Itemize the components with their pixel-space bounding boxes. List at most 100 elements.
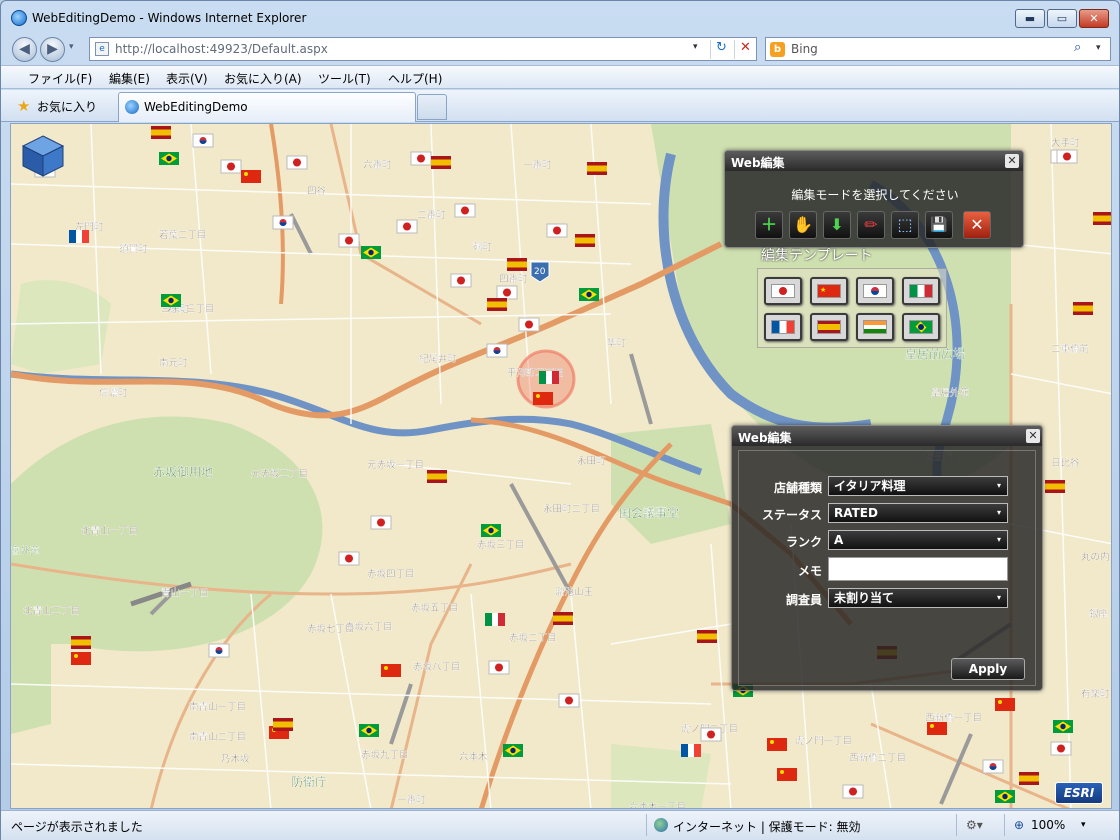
flag-marker-spain[interactable]	[575, 234, 595, 247]
protected-mode-icon[interactable]: ⚙▾	[966, 818, 983, 832]
status-select[interactable]: RATED ▾	[828, 503, 1008, 523]
flag-marker-brazil[interactable]	[359, 724, 379, 737]
template-japan[interactable]	[764, 277, 802, 305]
menu-tools[interactable]: ツール(T)	[318, 70, 371, 87]
flag-marker-japan[interactable]	[546, 223, 568, 238]
minimize-button[interactable]: ▬	[1015, 9, 1045, 28]
navigation-cube-icon[interactable]	[21, 134, 65, 178]
flag-marker-brazil[interactable]	[161, 294, 181, 307]
flag-marker-china[interactable]	[381, 664, 401, 677]
flag-marker-japan[interactable]	[496, 285, 518, 300]
menu-edit[interactable]: 編集(E)	[109, 70, 150, 87]
flag-marker-spain[interactable]	[1019, 772, 1039, 785]
flag-marker-korea[interactable]	[982, 759, 1004, 774]
store-type-select[interactable]: イタリア料理 ▾	[828, 476, 1008, 496]
flag-marker-japan[interactable]	[370, 515, 392, 530]
flag-marker-korea[interactable]	[208, 643, 230, 658]
flag-marker-korea[interactable]	[192, 133, 214, 148]
save-icon[interactable]: 💾	[925, 211, 953, 239]
flag-marker-japan[interactable]	[220, 159, 242, 174]
template-italy[interactable]	[902, 277, 940, 305]
flag-marker-korea[interactable]	[486, 343, 508, 358]
favorites-star-icon[interactable]: ★	[17, 97, 30, 115]
address-bar[interactable]: e http://localhost:49923/Default.aspx ▾ …	[89, 37, 757, 61]
zoom-dropdown-icon[interactable]: ▾	[1081, 820, 1086, 830]
security-zone[interactable]: インターネット | 保護モード: 無効	[673, 818, 861, 835]
flag-marker-japan[interactable]	[410, 151, 432, 166]
flag-marker-japan[interactable]	[700, 727, 722, 742]
template-france[interactable]	[764, 313, 802, 341]
flag-marker-japan[interactable]	[450, 273, 472, 288]
flag-marker-spain[interactable]	[431, 156, 451, 169]
template-brazil[interactable]	[902, 313, 940, 341]
memo-input[interactable]	[828, 557, 1008, 581]
attribute-panel-close-icon[interactable]: ✕	[1026, 429, 1040, 443]
menu-help[interactable]: ヘルプ(H)	[388, 70, 442, 87]
search-box[interactable]: b Bing ⌕ ▾	[765, 37, 1111, 61]
flag-marker-spain[interactable]	[587, 162, 607, 175]
rank-select[interactable]: A ▾	[828, 530, 1008, 550]
flag-marker-japan[interactable]	[1050, 741, 1072, 756]
flag-marker-japan[interactable]	[1056, 149, 1078, 164]
forward-button[interactable]: ▶	[40, 37, 65, 62]
flag-marker-spain[interactable]	[427, 470, 447, 483]
flag-marker-japan[interactable]	[338, 233, 360, 248]
template-spain[interactable]	[810, 313, 848, 341]
stop-icon[interactable]: ✕	[734, 40, 756, 59]
flag-marker-france[interactable]	[681, 744, 701, 757]
flag-marker-spain[interactable]	[697, 630, 717, 643]
search-dropdown-icon[interactable]: ▾	[1096, 43, 1101, 53]
flag-marker-china[interactable]	[241, 170, 261, 183]
flag-marker-brazil[interactable]	[995, 790, 1015, 803]
flag-marker-china[interactable]	[71, 652, 91, 665]
flag-marker-brazil[interactable]	[503, 744, 523, 757]
flag-marker-japan[interactable]	[488, 660, 510, 675]
flag-marker-spain[interactable]	[487, 298, 507, 311]
flag-marker-brazil[interactable]	[579, 288, 599, 301]
flag-marker-japan[interactable]	[286, 155, 308, 170]
flag-marker-spain[interactable]	[507, 258, 527, 271]
zoom-level[interactable]: 100%	[1031, 818, 1065, 832]
menu-view[interactable]: 表示(V)	[166, 70, 208, 87]
search-icon[interactable]: ⌕	[1074, 40, 1081, 55]
flag-marker-spain[interactable]	[71, 636, 91, 649]
add-feature-icon[interactable]: ＋	[755, 211, 783, 239]
flag-marker-korea[interactable]	[272, 215, 294, 230]
flag-marker-china[interactable]	[995, 698, 1015, 711]
menu-favorites[interactable]: お気に入り(A)	[224, 70, 302, 87]
select-area-icon[interactable]: ⬚	[891, 211, 919, 239]
download-icon[interactable]: ⬇	[823, 211, 851, 239]
edit-pencil-icon[interactable]: ✏	[857, 211, 885, 239]
template-korea[interactable]	[856, 277, 894, 305]
flag-marker-japan[interactable]	[338, 551, 360, 566]
flag-marker-italy[interactable]	[539, 371, 559, 384]
history-dropdown-icon[interactable]: ▾	[69, 42, 74, 52]
flag-marker-china[interactable]	[927, 722, 947, 735]
flag-marker-brazil[interactable]	[481, 524, 501, 537]
flag-marker-brazil[interactable]	[1053, 720, 1073, 733]
new-tab-button[interactable]	[417, 94, 447, 120]
tab-webeditingdemo[interactable]: WebEditingDemo	[118, 92, 416, 122]
flag-marker-china[interactable]	[533, 392, 553, 405]
flag-marker-brazil[interactable]	[361, 246, 381, 259]
delete-icon[interactable]: ✕	[963, 211, 991, 239]
favorites-button[interactable]: お気に入り	[37, 98, 97, 115]
flag-marker-japan[interactable]	[396, 219, 418, 234]
address-url[interactable]: http://localhost:49923/Default.aspx	[115, 42, 328, 56]
flag-marker-spain[interactable]	[273, 718, 293, 731]
flag-marker-italy[interactable]	[485, 613, 505, 626]
template-china[interactable]: ★	[810, 277, 848, 305]
back-button[interactable]: ◀	[12, 37, 37, 62]
flag-marker-spain[interactable]	[1073, 302, 1093, 315]
flag-marker-spain[interactable]	[1093, 212, 1112, 225]
close-button[interactable]: ✕	[1079, 9, 1109, 28]
template-india[interactable]	[856, 313, 894, 341]
search-input[interactable]: Bing	[791, 42, 818, 56]
flag-marker-japan[interactable]	[842, 784, 864, 799]
flag-marker-japan[interactable]	[454, 203, 476, 218]
refresh-icon[interactable]: ↻	[710, 40, 732, 59]
flag-marker-france[interactable]	[69, 230, 89, 243]
flag-marker-spain[interactable]	[553, 612, 573, 625]
surveyor-select[interactable]: 未割り当て ▾	[828, 588, 1008, 608]
flag-marker-china[interactable]	[767, 738, 787, 751]
